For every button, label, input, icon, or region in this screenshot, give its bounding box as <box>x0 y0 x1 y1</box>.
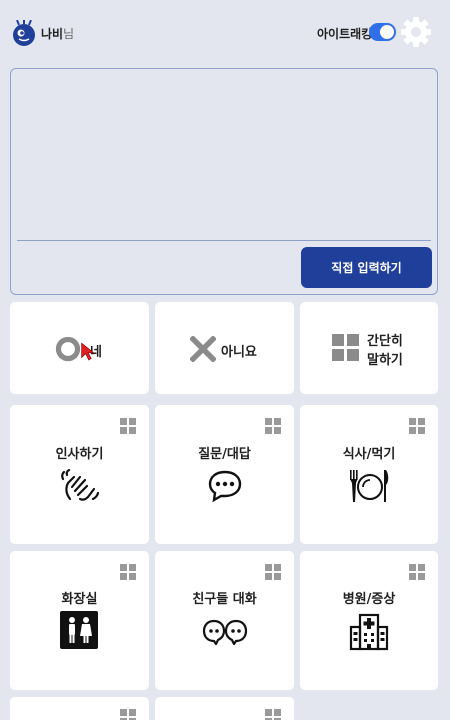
speech-bubble-icon <box>208 470 242 503</box>
category-label: 인사하기 <box>55 447 104 462</box>
category-card-partial[interactable] <box>155 697 294 720</box>
category-card-friends[interactable]: 친구들 대화 <box>155 551 294 690</box>
grid-icon <box>409 564 425 580</box>
category-card-qna[interactable]: 질문/대답 <box>155 405 294 544</box>
category-card-partial[interactable] <box>10 697 149 720</box>
category-label: 화장실 <box>61 592 98 607</box>
grid-icon <box>332 334 359 361</box>
grid-icon <box>409 418 425 434</box>
direct-input-button[interactable]: 직접 입력하기 <box>301 247 432 288</box>
plate-fork-knife-icon <box>350 470 389 502</box>
grid-icon <box>120 564 136 580</box>
user-suffix: 님 <box>63 27 75 41</box>
grid-icon <box>265 709 281 720</box>
app-header: 나비 님 아이트래킹 <box>0 0 450 64</box>
user-name: 나비 <box>41 27 64 41</box>
hospital-icon <box>349 613 389 651</box>
category-label: 병원/증상 <box>342 592 396 607</box>
circle-o-icon <box>55 336 81 362</box>
cursor-pointer-icon <box>81 342 95 361</box>
category-label: 식사/먹기 <box>342 447 396 462</box>
message-input-panel[interactable]: 직접 입력하기 <box>10 68 438 295</box>
gear-icon[interactable] <box>399 15 433 49</box>
category-label: 질문/대답 <box>198 447 251 462</box>
grid-icon <box>120 709 136 720</box>
friends-chat-icon <box>202 619 248 646</box>
category-card-meal[interactable]: 식사/먹기 <box>300 405 438 544</box>
category-card-greeting[interactable]: 인사하기 <box>10 405 149 544</box>
grid-icon <box>265 564 281 580</box>
waving-hands-icon <box>61 469 100 501</box>
yes-button[interactable]: 네 <box>10 302 149 394</box>
category-card-restroom[interactable]: 화장실 <box>10 551 149 690</box>
no-button[interactable]: 아니요 <box>155 302 294 394</box>
eye-tracking-toggle[interactable] <box>369 23 396 41</box>
grid-icon <box>120 418 136 434</box>
toggle-knob <box>380 25 394 39</box>
simple-talk-line1: 간단히 <box>367 334 403 349</box>
category-card-hospital[interactable]: 병원/증상 <box>300 551 438 690</box>
no-label: 아니요 <box>221 345 257 360</box>
restroom-icon <box>60 611 98 649</box>
mascot-avatar-icon[interactable] <box>11 20 37 46</box>
grid-icon <box>265 418 281 434</box>
simple-talk-button[interactable]: 간단히 말하기 <box>300 302 438 394</box>
eye-tracking-label: 아이트래킹 <box>317 27 373 41</box>
input-underline <box>17 240 431 241</box>
simple-talk-line2: 말하기 <box>367 353 403 368</box>
x-mark-icon <box>190 336 216 362</box>
category-label: 친구들 대화 <box>192 592 257 607</box>
